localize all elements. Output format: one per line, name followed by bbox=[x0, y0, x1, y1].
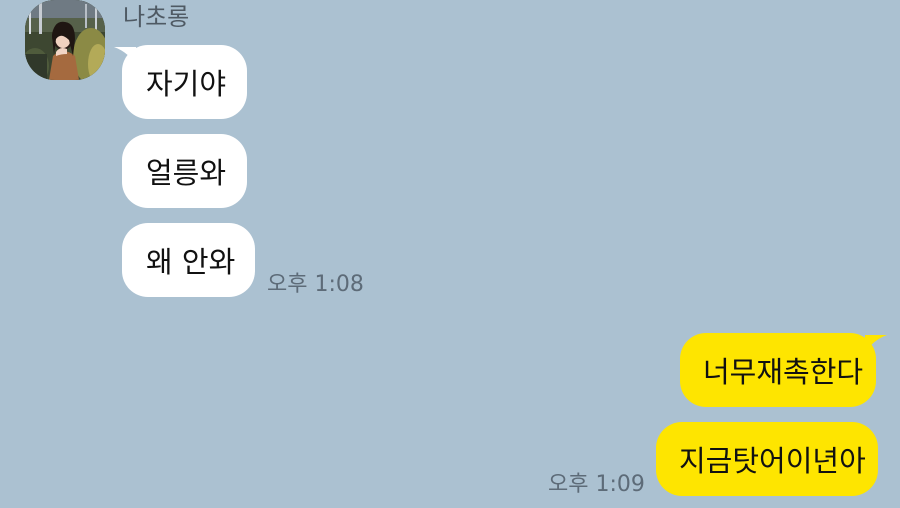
incoming-message[interactable]: 얼릉와 bbox=[122, 134, 247, 208]
sender-name: 나초롱 bbox=[123, 3, 190, 31]
sender-avatar[interactable] bbox=[25, 0, 105, 80]
message-timestamp: 오후 1:09 bbox=[548, 472, 645, 497]
incoming-message[interactable]: 왜 안와 bbox=[122, 223, 255, 297]
message-text: 얼릉와 bbox=[146, 156, 227, 190]
message-text: 왜 안와 bbox=[146, 245, 236, 279]
message-text: 지금탓어이년아 bbox=[679, 444, 866, 478]
outgoing-message[interactable]: 지금탓어이년아 bbox=[656, 422, 878, 496]
profile-photo bbox=[25, 0, 105, 80]
message-text: 너무재촉한다 bbox=[703, 355, 864, 389]
message-text: 자기야 bbox=[146, 67, 227, 101]
message-timestamp: 오후 1:08 bbox=[267, 272, 364, 297]
incoming-message[interactable]: 자기야 bbox=[122, 45, 247, 119]
outgoing-message[interactable]: 너무재촉한다 bbox=[680, 333, 876, 407]
